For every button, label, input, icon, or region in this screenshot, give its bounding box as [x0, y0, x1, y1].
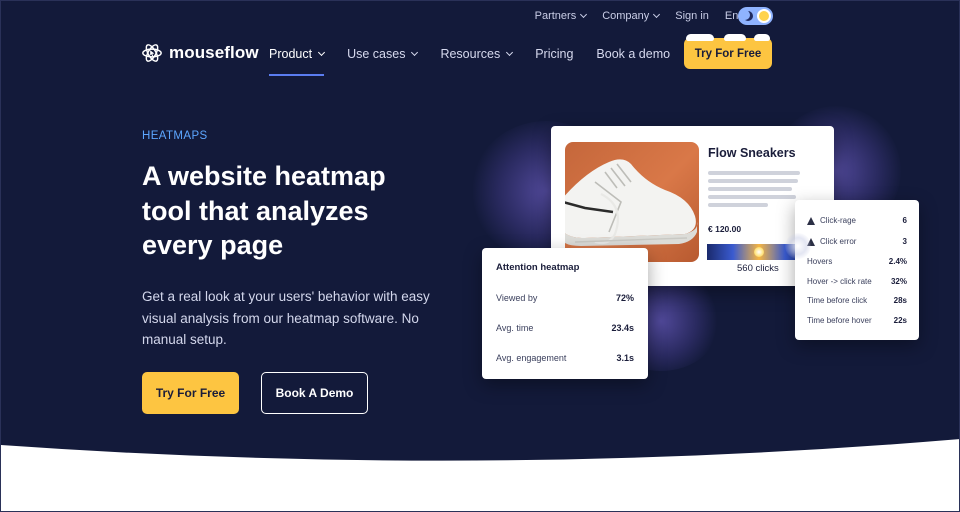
metric-value: 23.4s — [611, 323, 634, 333]
metric-label: Click-rage — [820, 216, 857, 225]
section-divider-curve — [1, 439, 959, 511]
nav-try-free-button[interactable]: Try For Free — [684, 34, 772, 69]
sneaker-image — [565, 142, 699, 262]
nav-item-label: Book a demo — [596, 47, 671, 61]
metric-row: Hover -> click rate 32% — [807, 277, 907, 286]
behavior-metrics-card: Click-rage 6 Click error 3 Hovers 2.4% H… — [795, 200, 919, 340]
metric-label-group: Click error — [807, 237, 856, 246]
clicks-count: 560 clicks — [737, 263, 779, 274]
chevron-down-icon — [318, 48, 326, 57]
metric-value: 2.4% — [888, 257, 907, 266]
nav-item-label: Pricing — [535, 47, 574, 61]
metric-value: 3 — [902, 237, 907, 246]
product-name: Flow Sneakers — [708, 146, 796, 160]
topbar-company-label: Company — [602, 10, 650, 22]
nav-item-book-demo[interactable]: Book a demo — [596, 45, 670, 63]
product-price: € 120.00 — [708, 224, 742, 234]
placeholder-text-line — [708, 179, 798, 183]
placeholder-text-line — [708, 203, 768, 207]
try-for-free-button[interactable]: Try For Free — [142, 372, 239, 414]
metric-row: Avg. time 23.4s — [496, 323, 634, 333]
metric-row: Click error 3 — [807, 237, 907, 246]
metric-value: 3.1s — [616, 353, 634, 363]
mouseflow-logo-icon — [142, 44, 162, 62]
placeholder-text-line — [708, 195, 796, 199]
nav-try-free-label: Try For Free — [694, 47, 762, 60]
page-title: A website heatmap tool that analyzes eve… — [142, 161, 386, 260]
topbar-company[interactable]: Company — [602, 10, 661, 22]
main-nav: Product Use cases Resources Pricing Book… — [269, 45, 693, 76]
metric-label: Avg. time — [496, 323, 534, 333]
metric-label: Click error — [820, 237, 857, 246]
metric-row: Avg. engagement 3.1s — [496, 353, 634, 363]
metric-label: Hovers — [807, 257, 833, 266]
nav-item-label: Product — [269, 47, 313, 61]
metric-value: 6 — [902, 216, 907, 225]
nav-item-label: Resources — [440, 47, 501, 61]
metric-row: Hovers 2.4% — [807, 257, 907, 266]
warning-icon — [807, 216, 815, 225]
utility-nav: Partners Company Sign in English — [534, 7, 773, 25]
metric-label: Viewed by — [496, 293, 538, 303]
metric-row: Time before click 28s — [807, 296, 907, 305]
logo[interactable]: mouseflow — [141, 42, 259, 64]
metric-row: Viewed by 72% — [496, 293, 634, 303]
click-hotspot — [754, 247, 764, 257]
snow-decoration — [754, 34, 770, 41]
nav-item-use-cases[interactable]: Use cases — [347, 45, 419, 63]
nav-item-pricing[interactable]: Pricing — [535, 45, 573, 63]
topbar-partners-label: Partners — [534, 10, 577, 22]
metric-label: Time before click — [807, 296, 868, 305]
chevron-down-icon — [580, 10, 588, 19]
sign-in-link[interactable]: Sign in — [675, 10, 709, 22]
snow-decoration — [724, 34, 746, 41]
nav-item-resources[interactable]: Resources — [440, 45, 514, 63]
hero-description: Get a real look at your users' behavior … — [142, 289, 430, 347]
metric-label: Hover -> click rate — [807, 277, 872, 286]
metric-value: 32% — [890, 277, 907, 286]
chevron-down-icon — [411, 48, 419, 57]
metric-row: Time before hover 22s — [807, 316, 907, 325]
metric-label: Time before hover — [807, 316, 872, 325]
eyebrow-label: HEATMAPS — [142, 130, 208, 142]
chevron-down-icon — [506, 48, 514, 57]
nav-item-product[interactable]: Product — [269, 45, 326, 76]
metric-value: 22s — [893, 316, 907, 325]
placeholder-text-line — [708, 171, 800, 175]
book-demo-button[interactable]: Book A Demo — [261, 372, 368, 414]
snow-decoration — [686, 34, 714, 41]
sign-in-label: Sign in — [675, 10, 709, 22]
chevron-down-icon — [653, 10, 661, 19]
metric-label-group: Click-rage — [807, 216, 856, 225]
metric-value: 72% — [615, 293, 634, 303]
nav-item-label: Use cases — [347, 47, 406, 61]
active-nav-underline — [269, 74, 325, 76]
sun-icon — [757, 9, 771, 23]
hero-section: Partners Company Sign in English mouse — [0, 0, 960, 512]
placeholder-text-line — [708, 187, 792, 191]
logo-text: mouseflow — [169, 43, 259, 62]
cursor-highlight — [785, 233, 811, 259]
metric-value: 28s — [893, 296, 907, 305]
attention-heatmap-card: Attention heatmap Viewed by 72% Avg. tim… — [482, 248, 648, 379]
attention-card-title: Attention heatmap — [496, 262, 580, 273]
metric-label: Avg. engagement — [496, 353, 567, 363]
theme-toggle[interactable] — [738, 7, 773, 25]
topbar-partners[interactable]: Partners — [534, 10, 588, 22]
moon-icon — [743, 11, 753, 21]
metric-row: Click-rage 6 — [807, 216, 907, 225]
